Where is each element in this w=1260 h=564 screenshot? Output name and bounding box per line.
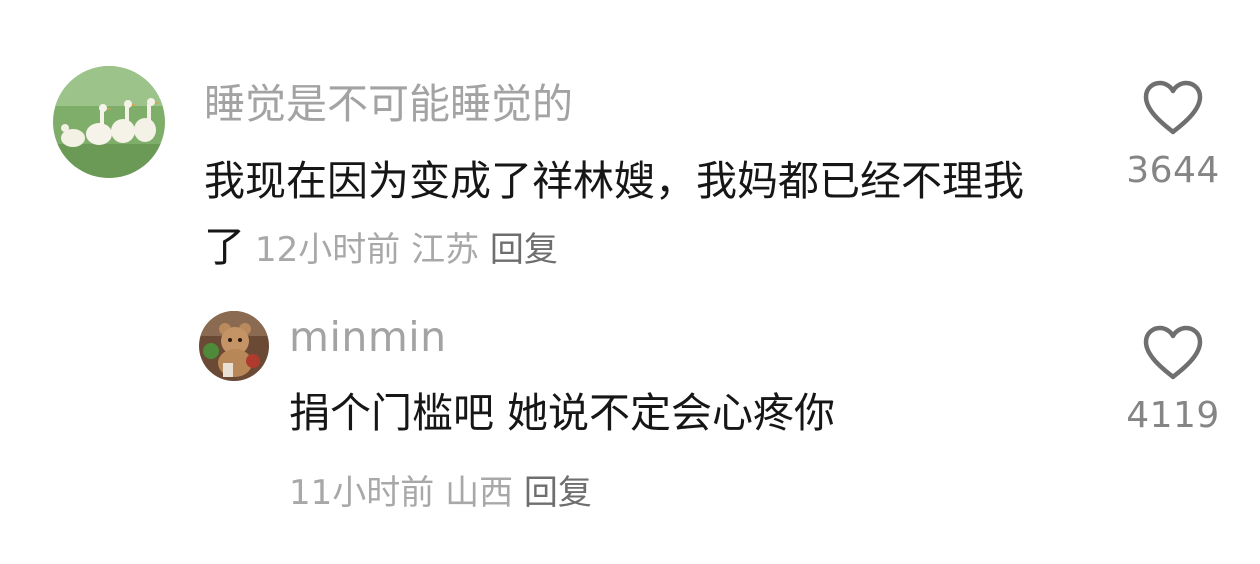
comment-text: 捐个门槛吧 她说不定会心疼你 — [289, 389, 836, 437]
comment-meta: 12小时前 江苏 回复 — [255, 230, 558, 270]
reply-button[interactable]: 回复 — [490, 230, 558, 270]
comment-time: 11小时前 — [289, 473, 435, 513]
like-button[interactable]: 4119 — [1118, 325, 1228, 436]
avatar[interactable] — [53, 66, 165, 178]
avatar-geese-icon — [53, 66, 165, 178]
username[interactable]: minmin — [289, 313, 447, 361]
like-button[interactable]: 3644 — [1118, 80, 1228, 191]
like-count: 3644 — [1126, 150, 1220, 191]
comment-text: 我现在因为变成了祥林嫂，我妈都已经不理我了 12小时前 江苏 回复 — [204, 148, 1064, 283]
heart-icon — [1143, 80, 1203, 135]
reply-button[interactable]: 回复 — [524, 473, 592, 513]
avatar[interactable] — [199, 311, 269, 381]
comment-time: 12小时前 — [255, 230, 401, 270]
heart-icon — [1143, 325, 1203, 380]
username[interactable]: 睡觉是不可能睡觉的 — [204, 70, 573, 130]
comment-location: 江苏 — [411, 230, 480, 270]
comment-location: 山西 — [445, 473, 514, 513]
avatar-teddy-bear-icon — [199, 311, 269, 381]
like-count: 4119 — [1126, 395, 1220, 436]
comment-meta: 11小时前 山西 回复 — [289, 465, 592, 514]
